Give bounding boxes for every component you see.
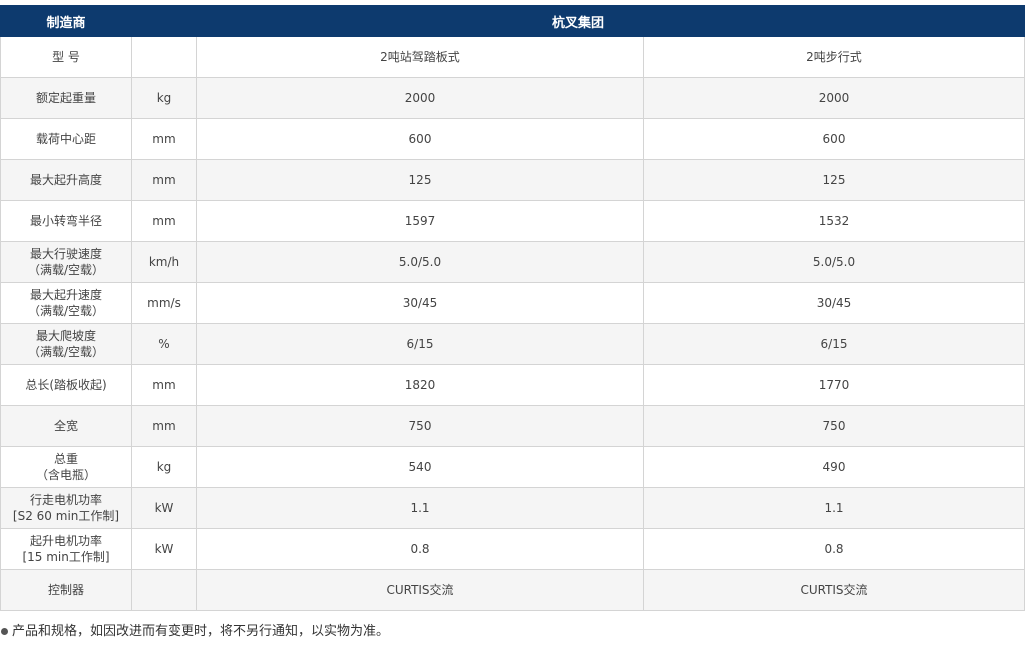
spec-value-model-1: 6/15	[196, 323, 644, 365]
spec-value-model-1: 5.0/5.0	[196, 241, 644, 283]
spec-value-model-2: 5.0/5.0	[643, 241, 1025, 283]
spec-value-model-1: 1597	[196, 200, 644, 242]
table-row: 最大起升高度 mm 125 125	[0, 159, 1025, 201]
spec-label-cell: 最大爬坡度 （满载/空载）	[0, 323, 132, 365]
spec-unit: %	[131, 323, 197, 365]
spec-unit: kW	[131, 487, 197, 529]
spec-label-cell: 载荷中心距	[0, 118, 132, 160]
spec-label-cell: 最小转弯半径	[0, 200, 132, 242]
spec-label-sub: [S2 60 min工作制]	[12, 509, 120, 523]
spec-label-cell: 型 号	[0, 36, 132, 78]
spec-value-model-2: 490	[643, 446, 1025, 488]
spec-unit: mm	[131, 118, 197, 160]
footnote: 产品和规格，如因改进而有变更时，将不另行通知，以实物为准。	[0, 620, 389, 639]
footnote-text: 产品和规格，如因改进而有变更时，将不另行通知，以实物为准。	[12, 624, 390, 639]
table-row: 起升电机功率 [15 min工作制] kW 0.8 0.8	[0, 528, 1025, 570]
table-row: 载荷中心距 mm 600 600	[0, 118, 1025, 160]
spec-label-cell: 最大起升速度 （满载/空载）	[0, 282, 132, 324]
spec-value-model-1: 600	[196, 118, 644, 160]
spec-value-model-1: 30/45	[196, 282, 644, 324]
spec-value-model-1: 540	[196, 446, 644, 488]
spec-label-cell: 起升电机功率 [15 min工作制]	[0, 528, 132, 570]
spec-value-model-1: CURTIS交流	[196, 569, 644, 611]
spec-value-model-2: 125	[643, 159, 1025, 201]
spec-label-cell: 全宽	[0, 405, 132, 447]
spec-value-model-2: 1.1	[643, 487, 1025, 529]
spec-value-model-2: 0.8	[643, 528, 1025, 570]
spec-label-cell: 最大起升高度	[0, 159, 132, 201]
spec-value-model-1: 1820	[196, 364, 644, 406]
table-row: 额定起重量 kg 2000 2000	[0, 77, 1025, 119]
spec-label-sub: （满载/空载）	[27, 345, 105, 359]
spec-label: 型 号	[52, 50, 80, 64]
spec-unit: kW	[131, 528, 197, 570]
spec-label-sub: （含电瓶）	[35, 468, 96, 482]
spec-value-model-2: 2000	[643, 77, 1025, 119]
spec-body: 型 号 2吨站驾踏板式 2吨步行式 额定起重量 kg 2000 2000 载荷中心距 mm 600…	[0, 36, 1025, 611]
manufacturer-value: 杭叉集团	[131, 5, 1025, 37]
spec-value-model-1: 125	[196, 159, 644, 201]
table-row: 最大行驶速度 （满载/空载） km/h 5.0/5.0 5.0/5.0	[0, 241, 1025, 283]
spec-label: 最大爬坡度	[35, 329, 96, 343]
spec-label-sub: （满载/空载）	[27, 263, 105, 277]
table-row: 总重 （含电瓶） kg 540 490	[0, 446, 1025, 488]
spec-label: 总长(踏板收起)	[25, 378, 107, 392]
spec-label-cell: 最大行驶速度 （满载/空载）	[0, 241, 132, 283]
spec-value-model-1: 2000	[196, 77, 644, 119]
spec-value-model-1: 750	[196, 405, 644, 447]
manufacturer-label: 制造商	[0, 5, 132, 37]
spec-label: 控制器	[47, 583, 84, 597]
spec-unit: mm	[131, 364, 197, 406]
spec-value-model-1: 1.1	[196, 487, 644, 529]
spec-unit	[131, 569, 197, 611]
spec-value-model-2: 1532	[643, 200, 1025, 242]
spec-value-model-2: 750	[643, 405, 1025, 447]
table-row: 型 号 2吨站驾踏板式 2吨步行式	[0, 36, 1025, 78]
spec-unit: km/h	[131, 241, 197, 283]
spec-label: 最小转弯半径	[29, 214, 102, 228]
spec-unit: mm	[131, 159, 197, 201]
table-row: 控制器 CURTIS交流 CURTIS交流	[0, 569, 1025, 611]
spec-value-model-2: 2吨步行式	[643, 36, 1025, 78]
table-row: 最大爬坡度 （满载/空载）% 6/15 6/15	[0, 323, 1025, 365]
header-row: 制造商 杭叉集团	[0, 5, 1025, 37]
table-row: 全宽 mm 750 750	[0, 405, 1025, 447]
spec-table: 制造商 杭叉集团 型 号 2吨站驾踏板式 2吨步行式 额定起重量 kg 2000 2000 载…	[0, 5, 1025, 611]
spec-label-cell: 总长(踏板收起)	[0, 364, 132, 406]
spec-unit: kg	[131, 446, 197, 488]
spec-unit: kg	[131, 77, 197, 119]
spec-label: 总重	[53, 452, 78, 466]
spec-label: 最大行驶速度	[29, 247, 102, 261]
spec-value-model-2: 30/45	[643, 282, 1025, 324]
spec-label: 最大起升高度	[29, 173, 102, 187]
spec-label-cell: 总重 （含电瓶）	[0, 446, 132, 488]
spec-label-sub: [15 min工作制]	[22, 550, 110, 564]
spec-value-model-2: 600	[643, 118, 1025, 160]
spec-value-model-2: 1770	[643, 364, 1025, 406]
spec-label-sub: （满载/空载）	[27, 304, 105, 318]
spec-value-model-1: 2吨站驾踏板式	[196, 36, 644, 78]
spec-value-model-2: CURTIS交流	[643, 569, 1025, 611]
spec-label: 起升电机功率	[29, 534, 102, 548]
spec-unit: mm/s	[131, 282, 197, 324]
spec-label-cell: 行走电机功率 [S2 60 min工作制]	[0, 487, 132, 529]
spec-label: 额定起重量	[35, 91, 96, 105]
table-row: 总长(踏板收起) mm 1820 1770	[0, 364, 1025, 406]
spec-label-cell: 额定起重量	[0, 77, 132, 119]
spec-label: 行走电机功率	[29, 493, 102, 507]
spec-unit: mm	[131, 405, 197, 447]
table-row: 最大起升速度 （满载/空载） mm/s 30/45 30/45	[0, 282, 1025, 324]
spec-label: 全宽	[53, 419, 78, 433]
spec-unit: mm	[131, 200, 197, 242]
spec-value-model-2: 6/15	[643, 323, 1025, 365]
spec-label: 载荷中心距	[35, 132, 96, 146]
table-row: 最小转弯半径 mm 1597 1532	[0, 200, 1025, 242]
spec-label-cell: 控制器	[0, 569, 132, 611]
bullet-icon	[1, 627, 8, 635]
spec-value-model-1: 0.8	[196, 528, 644, 570]
spec-label: 最大起升速度	[29, 288, 102, 302]
table-row: 行走电机功率 [S2 60 min工作制] kW 1.1 1.1	[0, 487, 1025, 529]
spec-unit	[131, 36, 197, 78]
